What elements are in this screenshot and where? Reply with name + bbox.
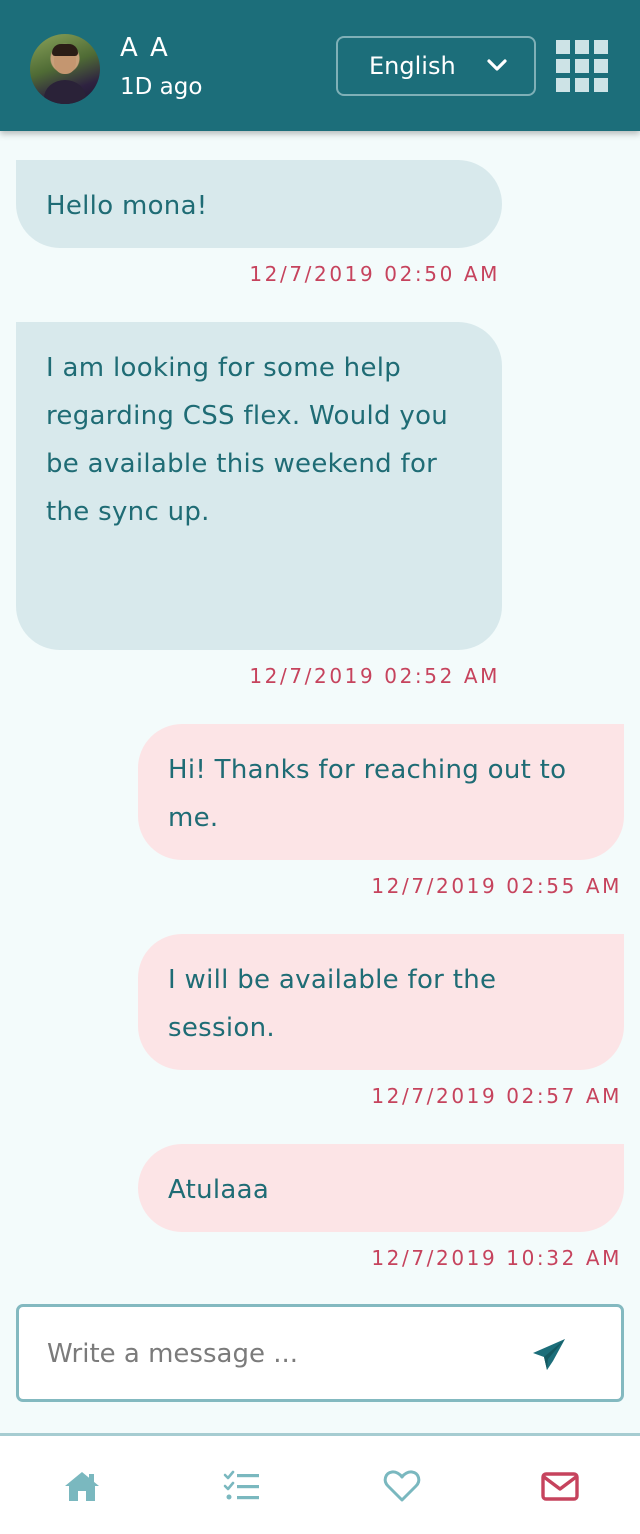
- avatar-body: [44, 80, 86, 104]
- contact-name: A A: [120, 33, 170, 63]
- language-select[interactable]: English: [336, 36, 536, 96]
- bottom-navigation: [0, 1433, 640, 1534]
- message-text: I will be available for the session.: [168, 965, 497, 1043]
- grid-dot: [556, 78, 570, 92]
- grid-dot: [575, 59, 589, 73]
- message-composer: [16, 1304, 624, 1402]
- grid-dot: [594, 59, 608, 73]
- message-input[interactable]: [47, 1331, 507, 1377]
- grid-dot: [594, 78, 608, 92]
- last-seen-status: 1D ago: [120, 74, 203, 100]
- grid-dot: [594, 40, 608, 54]
- message-timestamp: 12/7/2019 02:55 AM: [371, 874, 622, 898]
- grid-menu-icon[interactable]: [556, 40, 608, 92]
- message-text: Hi! Thanks for reaching out to me.: [168, 755, 567, 833]
- message-bubble-incoming[interactable]: I am looking for some help regarding CSS…: [16, 322, 502, 650]
- paper-plane-icon[interactable]: [531, 1337, 567, 1373]
- message-text: Atulaaa: [168, 1175, 270, 1205]
- checklist-icon[interactable]: [222, 1466, 262, 1506]
- message-bubble-incoming[interactable]: Hello mona!: [16, 160, 502, 248]
- grid-dot: [556, 59, 570, 73]
- message-bubble-outgoing[interactable]: Atulaaa: [138, 1144, 624, 1232]
- message-text: I am looking for some help regarding CSS…: [46, 353, 449, 527]
- message-timestamp: 12/7/2019 02:57 AM: [371, 1084, 622, 1108]
- home-icon[interactable]: [62, 1466, 102, 1506]
- chat-header: A A 1D ago English: [0, 0, 640, 131]
- message-bubble-outgoing[interactable]: I will be available for the session.: [138, 934, 624, 1070]
- grid-dot: [575, 40, 589, 54]
- heart-icon[interactable]: [382, 1466, 422, 1506]
- avatar-hair: [52, 44, 78, 56]
- grid-dot: [575, 78, 589, 92]
- avatar[interactable]: [30, 34, 100, 104]
- message-timestamp: 12/7/2019 02:50 AM: [249, 262, 500, 286]
- chevron-down-icon: [487, 59, 507, 71]
- message-text: Hello mona!: [46, 191, 208, 221]
- language-value: English: [369, 52, 456, 80]
- message-timestamp: 12/7/2019 10:32 AM: [371, 1246, 622, 1270]
- envelope-icon[interactable]: [540, 1466, 580, 1506]
- message-timestamp: 12/7/2019 02:52 AM: [249, 664, 500, 688]
- message-bubble-outgoing[interactable]: Hi! Thanks for reaching out to me.: [138, 724, 624, 860]
- grid-dot: [556, 40, 570, 54]
